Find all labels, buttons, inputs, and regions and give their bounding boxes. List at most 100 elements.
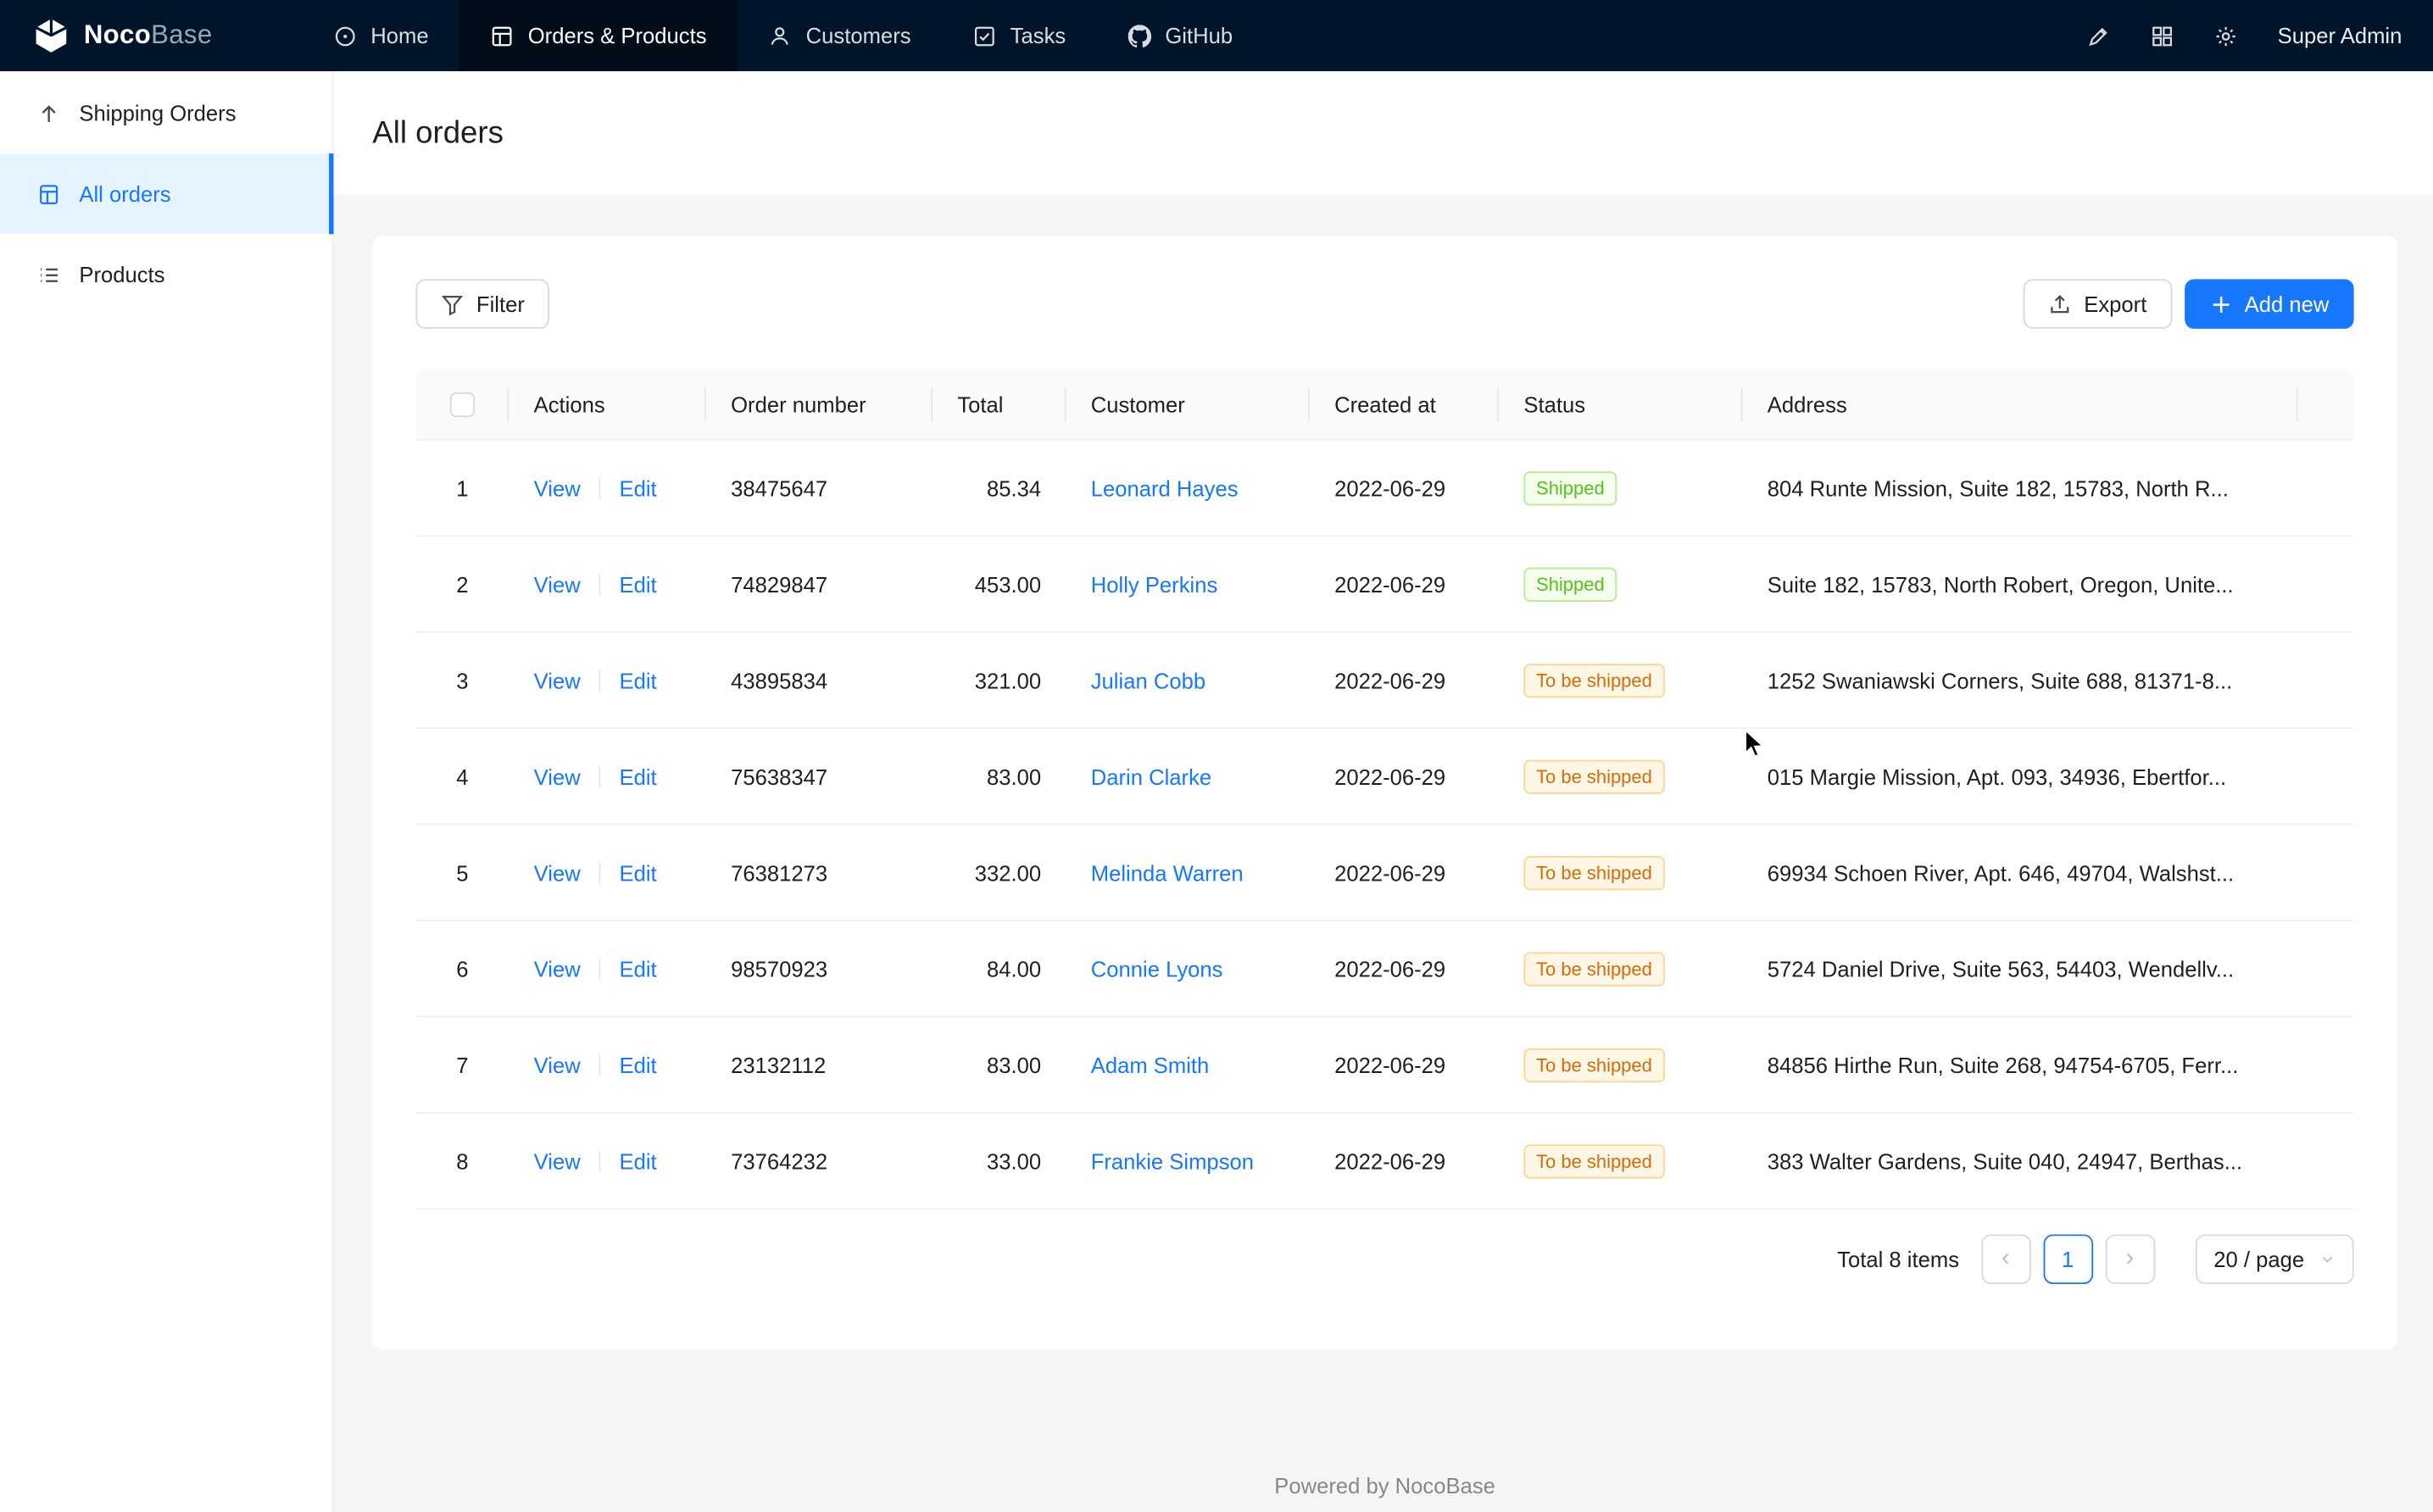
next-page-button[interactable]: › [2105,1234,2155,1284]
edit-link[interactable]: Edit [619,956,656,981]
created-at-cell: 2022-06-29 [1310,1148,1499,1173]
sidebar-item-products[interactable]: Products [0,234,332,314]
action-divider [599,477,601,499]
view-link[interactable]: View [534,956,581,981]
filter-button[interactable]: Filter [416,279,550,329]
view-link[interactable]: View [534,764,581,788]
page-title: All orders [372,115,504,151]
column-header-created-at: Created at [1310,369,1499,438]
nav-item-label: Customers [806,23,911,47]
column-header-total: Total [933,369,1066,438]
customer-link[interactable]: Frankie Simpson [1091,1148,1254,1173]
column-header-customer: Customer [1066,369,1309,438]
status-badge: To be shipped [1523,952,1664,986]
page-size-select[interactable]: 20 / page [2195,1234,2353,1284]
highlighter-icon[interactable] [2087,24,2110,47]
edit-link[interactable]: Edit [619,764,656,788]
logo-text-primary: Noco [84,20,151,50]
action-divider [599,1150,601,1172]
customer-link[interactable]: Julian Cobb [1091,668,1205,692]
chevron-down-icon [2319,1252,2335,1267]
status-badge: Shipped [1523,470,1617,504]
status-cell: Shipped [1499,567,1742,601]
nav-item-tasks[interactable]: Tasks [942,0,1097,71]
sidebar-item-label: Products [79,262,164,286]
total-cell: 321.00 [933,668,1066,692]
created-at-cell: 2022-06-29 [1310,764,1499,788]
actions-cell: View Edit [509,1052,705,1076]
edit-link[interactable]: Edit [619,668,656,692]
sidebar-item-shipping-orders[interactable]: Shipping Orders [0,73,332,153]
nav-item-home[interactable]: Home [303,0,460,71]
row-index: 3 [416,668,509,692]
status-cell: To be shipped [1499,663,1742,697]
add-new-button[interactable]: Add new [2184,279,2353,329]
column-header-status: Status [1499,369,1742,438]
select-all-checkbox[interactable] [450,392,475,416]
nav-item-orders-products[interactable]: Orders & Products [459,0,738,71]
actions-cell: View Edit [509,475,705,500]
nav-item-customers[interactable]: Customers [738,0,942,71]
edit-link[interactable]: Edit [619,571,656,596]
pagination: Total 8 items ‹ 1 › 20 / page [416,1234,2354,1284]
edit-link[interactable]: Edit [619,1052,656,1076]
customer-link[interactable]: Adam Smith [1091,1052,1210,1076]
user-menu[interactable]: Super Admin [2278,23,2402,47]
navbar-right: Super Admin [2087,23,2433,47]
total-cell: 85.34 [933,475,1066,500]
table-row: 5 View Edit 76381273 332.00 Melinda Warr… [416,825,2354,920]
customer-cell: Adam Smith [1066,1052,1309,1076]
view-link[interactable]: View [534,860,581,885]
status-badge: To be shipped [1523,855,1664,889]
address-cell: 015 Margie Mission, Apt. 093, 34936, Ebe… [1742,764,2297,788]
prev-page-button[interactable]: ‹ [1981,1234,2031,1284]
logo-text: NocoBase [84,20,213,52]
logo-text-secondary: Base [151,20,212,50]
order-number-cell: 74829847 [706,571,933,596]
export-button[interactable]: Export [2024,279,2172,329]
nav-item-label: Orders & Products [528,23,707,47]
customer-link[interactable]: Melinda Warren [1091,860,1244,885]
row-index: 8 [416,1148,509,1173]
address-cell: 69934 Schoen River, Apt. 646, 49704, Wal… [1742,860,2297,885]
powered-by-footer: Powered by NocoBase [372,1349,2397,1498]
nocobase-logo[interactable]: NocoBase [31,15,213,56]
order-number-cell: 23132112 [706,1052,933,1076]
export-icon [2048,292,2071,315]
view-link[interactable]: View [534,1148,581,1173]
order-number-cell: 38475647 [706,475,933,500]
view-link[interactable]: View [534,475,581,500]
customer-link[interactable]: Darin Clarke [1091,764,1211,788]
action-divider [599,958,601,980]
status-badge: To be shipped [1523,663,1664,697]
created-at-cell: 2022-06-29 [1310,571,1499,596]
sidebar-item-all-orders[interactable]: All orders [0,153,332,234]
view-link[interactable]: View [534,571,581,596]
nav-item-label: GitHub [1165,23,1233,47]
action-divider [599,573,601,595]
sidebar: Shipping Orders All orders Products [0,71,334,1512]
edit-link[interactable]: Edit [619,475,656,500]
edit-link[interactable]: Edit [619,1148,656,1173]
row-index: 6 [416,956,509,981]
blocks-icon[interactable] [2151,24,2174,47]
column-header-filler [2298,369,2354,438]
edit-link[interactable]: Edit [619,860,656,885]
content-area: All orders Filter [334,71,2433,1512]
customer-link[interactable]: Connie Lyons [1091,956,1223,981]
add-new-button-label: Add new [2245,292,2330,316]
view-link[interactable]: View [534,1052,581,1076]
view-link[interactable]: View [534,668,581,692]
current-page-button[interactable]: 1 [2043,1234,2093,1284]
customer-cell: Melinda Warren [1066,860,1309,885]
customers-icon [769,24,792,47]
nav-item-label: Tasks [1011,23,1066,47]
customer-link[interactable]: Holly Perkins [1091,571,1218,596]
customer-cell: Connie Lyons [1066,956,1309,981]
action-divider [599,861,601,883]
table-row: 6 View Edit 98570923 84.00 Connie Lyons … [416,921,2354,1017]
customer-link[interactable]: Leonard Hayes [1091,475,1239,500]
actions-cell: View Edit [509,764,705,788]
settings-icon[interactable] [2214,24,2237,47]
nav-item-github[interactable]: GitHub [1097,0,1264,71]
